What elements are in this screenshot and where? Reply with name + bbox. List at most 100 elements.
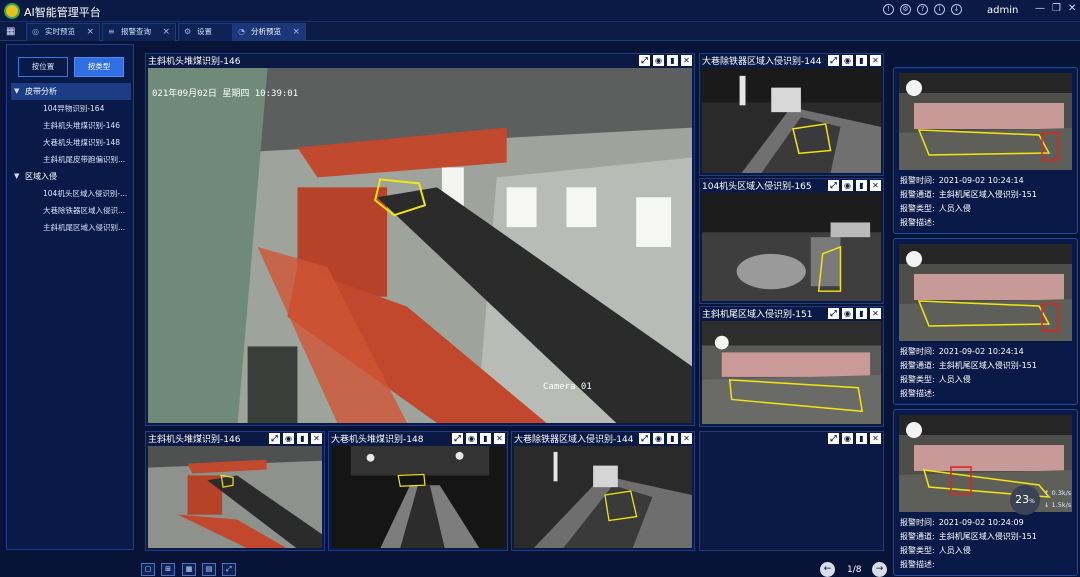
prev-page-button[interactable]: ←	[820, 562, 835, 577]
close-video-icon[interactable]: ✕	[870, 55, 881, 66]
layout-custom-button[interactable]: ▤	[202, 563, 216, 576]
alarm-time-label: 报警时间:	[900, 518, 935, 527]
layout-9-button[interactable]: ▦	[182, 563, 196, 576]
caret-down-icon[interactable]: ▼	[14, 168, 19, 185]
close-video-icon[interactable]: ✕	[494, 433, 505, 444]
video-panel-bottom-3[interactable]: 大巷除铁器区域入侵识别-144 ⤢ ◉ ▮ ✕	[511, 431, 695, 551]
snapshot-icon[interactable]: ◉	[842, 433, 853, 444]
video-image	[514, 446, 692, 548]
alarm-card[interactable]: 报警时间: 2021-09-02 10:24:14 报警通道: 主斜机尾区域入侵识别…	[893, 67, 1078, 234]
snapshot-icon[interactable]: ◉	[653, 55, 664, 66]
tree-item[interactable]: 主斜机头堆煤识别-146	[11, 117, 131, 134]
snapshot-icon[interactable]: ◉	[842, 55, 853, 66]
video-panel-main[interactable]: 主斜机头堆煤识别-146 ⤢ ◉ ▮ ✕ 021年09月02日 星期四 10:3…	[145, 53, 695, 426]
snapshot-icon[interactable]: ◉	[653, 433, 664, 444]
snapshot-icon[interactable]: ◉	[466, 433, 477, 444]
close-video-icon[interactable]: ✕	[870, 180, 881, 191]
record-icon[interactable]: ▮	[856, 55, 867, 66]
layout-4-button[interactable]: ⊞	[161, 563, 175, 576]
info-icon[interactable]: i	[934, 4, 945, 15]
close-video-icon[interactable]: ✕	[681, 55, 692, 66]
close-video-icon[interactable]: ✕	[311, 433, 322, 444]
tab-close-icon[interactable]: ×	[86, 24, 94, 40]
video-frame[interactable]	[331, 446, 505, 548]
video-frame-empty[interactable]	[702, 446, 881, 548]
fullscreen-button[interactable]: ⤢	[222, 563, 236, 576]
record-icon[interactable]: ▮	[856, 180, 867, 191]
close-video-icon[interactable]: ✕	[870, 433, 881, 444]
video-frame[interactable]	[702, 193, 881, 301]
video-header: ⤢ ◉ ▮ ✕	[700, 432, 883, 445]
apps-grid-icon[interactable]: ▦	[6, 26, 15, 37]
snapshot-icon[interactable]: ◉	[283, 433, 294, 444]
record-icon[interactable]: ▮	[480, 433, 491, 444]
video-title: 主斜机头堆煤识别-146	[148, 57, 241, 67]
record-icon[interactable]: ▮	[856, 433, 867, 444]
video-frame[interactable]	[514, 446, 692, 548]
caret-down-icon[interactable]: ▼	[14, 83, 19, 100]
tree-item[interactable]: 大巷机头堆煤识别-148	[11, 134, 131, 151]
download-icon[interactable]: ↓	[951, 4, 962, 15]
snapshot-icon[interactable]: ◉	[842, 180, 853, 191]
alarm-icon[interactable]: !	[883, 4, 894, 15]
restore-icon[interactable]: ❐	[1052, 3, 1061, 14]
video-frame[interactable]	[148, 446, 322, 548]
by-type-button[interactable]: 按类型	[74, 57, 124, 77]
record-icon[interactable]: ▮	[667, 433, 678, 444]
upload-speed-value: 0.3k/s	[1051, 489, 1072, 497]
video-panel-bottom-4[interactable]: ⤢ ◉ ▮ ✕	[699, 431, 884, 551]
tab-close-icon[interactable]: ×	[292, 24, 300, 40]
tree-item[interactable]: 大巷除铁器区域入侵识...	[11, 202, 131, 219]
network-speed-badge[interactable]: 23%	[1010, 485, 1040, 515]
video-header: 104机头区域入侵识别-165 ⤢ ◉ ▮ ✕	[700, 179, 883, 192]
alarm-snapshot[interactable]	[899, 73, 1072, 170]
video-frame[interactable]: 021年09月02日 星期四 10:39:01 Camera 01	[148, 68, 692, 423]
gear-icon: ⚙	[184, 27, 192, 36]
video-panel-bottom-1[interactable]: 主斜机头堆煤识别-146 ⤢ ◉ ▮ ✕	[145, 431, 325, 551]
fullscreen-icon[interactable]: ⤢	[828, 433, 839, 444]
video-panel-side-2[interactable]: 104机头区域入侵识别-165 ⤢ ◉ ▮ ✕	[699, 178, 884, 304]
alarm-time-row: 报警时间: 2021-09-02 10:24:09	[900, 517, 1024, 528]
close-video-icon[interactable]: ✕	[681, 433, 692, 444]
user-name[interactable]: admin	[987, 5, 1018, 16]
video-header: 大巷除铁器区域入侵识别-144 ⤢ ◉ ▮ ✕	[512, 432, 694, 445]
alarm-snapshot[interactable]	[899, 415, 1072, 512]
fullscreen-icon[interactable]: ⤢	[269, 433, 280, 444]
alarm-snapshot[interactable]	[899, 244, 1072, 341]
tree-item[interactable]: 主斜机尾皮带跑偏识别...	[11, 151, 131, 168]
minimize-icon[interactable]: —	[1035, 3, 1045, 14]
fullscreen-icon[interactable]: ⤢	[639, 433, 650, 444]
video-frame[interactable]	[702, 321, 881, 424]
record-icon[interactable]: ▮	[297, 433, 308, 444]
tab-alarm-query[interactable]: ≡ 报警查询 ×	[102, 23, 176, 41]
video-panel-side-3[interactable]: 主斜机尾区域入侵识别-151 ⤢ ◉ ▮ ✕	[699, 306, 884, 427]
fullscreen-icon[interactable]: ⤢	[828, 180, 839, 191]
tree-item[interactable]: 104机头区域入侵识别-...	[11, 185, 131, 202]
video-frame[interactable]	[702, 68, 881, 173]
tab-live-preview[interactable]: ◎ 实时预览 ×	[26, 23, 100, 41]
snapshot-icon[interactable]: ◉	[842, 308, 853, 319]
next-page-button[interactable]: →	[872, 562, 887, 577]
close-video-icon[interactable]: ✕	[870, 308, 881, 319]
alarm-card[interactable]: 报警时间: 2021-09-02 10:24:14 报警通道: 主斜机尾区域入侵识别…	[893, 238, 1078, 405]
layout-1-button[interactable]: ▢	[141, 563, 155, 576]
record-icon[interactable]: ▮	[667, 55, 678, 66]
tree-item[interactable]: 104异物识别-164	[11, 100, 131, 117]
help-icon[interactable]: ?	[917, 4, 928, 15]
tab-close-icon[interactable]: ×	[162, 24, 170, 40]
fullscreen-icon[interactable]: ⤢	[828, 55, 839, 66]
fullscreen-icon[interactable]: ⤢	[452, 433, 463, 444]
video-panel-side-1[interactable]: 大巷除铁器区域入侵识别-144 ⤢ ◉ ▮ ✕	[699, 53, 884, 176]
tree-item[interactable]: 主斜机尾区域入侵识别...	[11, 219, 131, 236]
close-icon[interactable]: ✕	[1068, 3, 1076, 14]
video-panel-bottom-2[interactable]: 大巷机头堆煤识别-148 ⤢ ◉ ▮ ✕	[328, 431, 508, 551]
settings-icon[interactable]: ⚙	[900, 4, 911, 15]
tree-group-area-intrusion[interactable]: ▼ 区域入侵	[11, 168, 131, 185]
tree-group-belt-analysis[interactable]: ▼ 皮带分析	[11, 83, 131, 100]
alarm-type-label: 报警类型:	[900, 204, 935, 213]
fullscreen-icon[interactable]: ⤢	[828, 308, 839, 319]
tab-analysis-preview[interactable]: ◔ 分析预览 ×	[232, 23, 306, 41]
record-icon[interactable]: ▮	[856, 308, 867, 319]
by-position-button[interactable]: 按位置	[18, 57, 68, 77]
fullscreen-icon[interactable]: ⤢	[639, 55, 650, 66]
